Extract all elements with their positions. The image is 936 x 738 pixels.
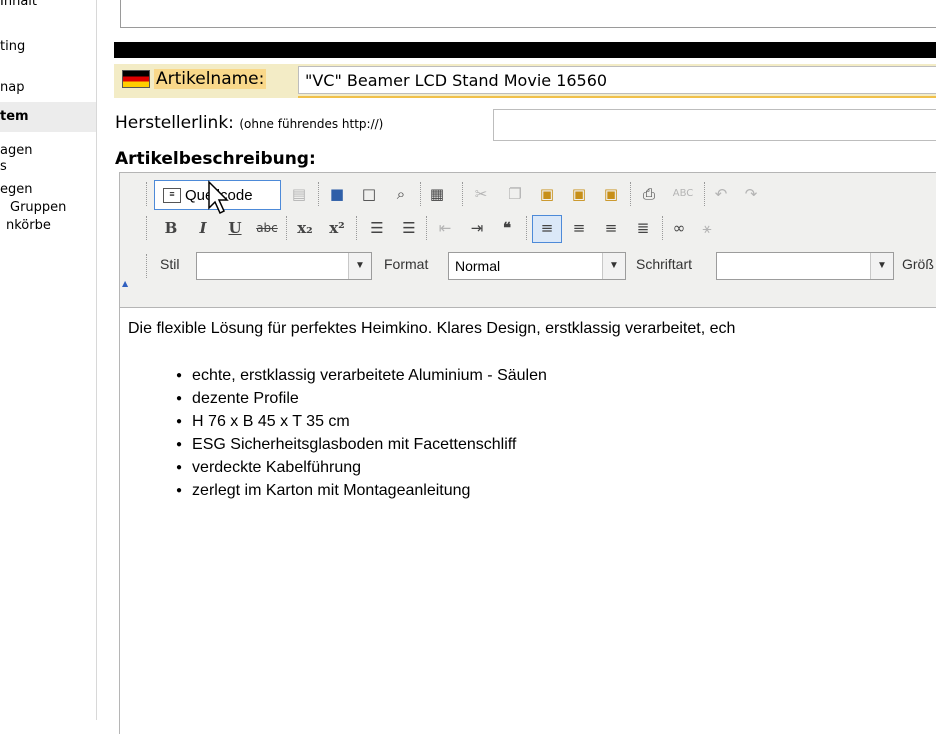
toolbar-separator xyxy=(356,216,360,240)
germany-flag-icon xyxy=(122,70,150,88)
sidebar-item-gruppen[interactable]: Gruppen xyxy=(10,200,66,215)
strikethrough-icon[interactable]: abc xyxy=(256,216,278,240)
sidebar-item-egen[interactable]: egen xyxy=(0,182,33,197)
article-name-row: Artikelname: "VC" Beamer LCD Stand Movie… xyxy=(114,64,936,98)
toolbar-separator xyxy=(526,216,530,240)
style-label: Stil xyxy=(160,256,180,272)
main-panel: Artikelname: "VC" Beamer LCD Stand Movie… xyxy=(103,0,936,738)
italic-icon[interactable]: I xyxy=(192,216,214,240)
cut-icon[interactable]: ✂ xyxy=(470,182,492,206)
unlink-icon[interactable]: ⚹ xyxy=(696,216,718,240)
size-label: Größ xyxy=(902,256,934,272)
toolbar-row-2: B I U abc x₂ x² ☰ ☰ ⇤ ⇥ ❝ ≡ ≡ ≡ ≣ ∞ ⚹ xyxy=(120,211,936,245)
collapse-toolbar-icon[interactable]: ▲ xyxy=(122,279,128,288)
undo-icon[interactable]: ↶ xyxy=(710,182,732,206)
toolbar-separator xyxy=(426,216,430,240)
underline-icon[interactable]: U xyxy=(224,216,246,240)
source-code-icon: ≡ xyxy=(163,188,181,203)
paste-word-icon[interactable]: ▣ xyxy=(600,182,622,206)
manufacturer-link-label: Herstellerlink: (ohne führendes http://) xyxy=(115,113,383,133)
admin-sidebar: Inhalt ting nap tem agen s egen Gruppen … xyxy=(0,0,97,720)
format-label: Format xyxy=(384,256,429,272)
justify-icon[interactable]: ≣ xyxy=(632,216,654,240)
chevron-down-icon[interactable]: ▼ xyxy=(602,253,625,279)
list-item: verdeckte Kabelführung xyxy=(176,456,547,479)
list-item: zerlegt im Karton mit Montageanleitung xyxy=(176,479,547,502)
rich-text-editor: ≡ Quellcode ▤ ■ □ ⌕ ▦ ✂ ❐ ▣ ▣ ▣ ⎙ ABC ↶ … xyxy=(119,172,936,738)
numbered-list-icon[interactable]: ☰ xyxy=(366,216,388,240)
preview-icon[interactable]: ⌕ xyxy=(390,182,412,206)
toolbar-separator xyxy=(704,182,708,206)
print-icon[interactable]: ⎙ xyxy=(638,182,660,206)
format-select[interactable]: Normal ▼ xyxy=(448,252,626,280)
outdent-icon[interactable]: ⇤ xyxy=(434,216,456,240)
toolbar-separator xyxy=(146,254,150,278)
toolbar-separator xyxy=(420,182,424,206)
editor-content-area[interactable]: Die flexible Lösung für perfektes Heimki… xyxy=(120,307,936,738)
toolbar-separator xyxy=(146,216,150,240)
bulleted-list-icon[interactable]: ☰ xyxy=(398,216,420,240)
chevron-down-icon[interactable]: ▼ xyxy=(348,253,371,279)
sidebar-item-nkoerbe[interactable]: nkörbe xyxy=(6,218,51,233)
top-text-input[interactable] xyxy=(120,0,936,28)
templates-icon[interactable]: ▦ xyxy=(426,182,448,206)
font-select[interactable]: ▼ xyxy=(716,252,894,280)
align-right-icon[interactable]: ≡ xyxy=(600,216,622,240)
redo-icon[interactable]: ↷ xyxy=(740,182,762,206)
sidebar-item-nap[interactable]: nap xyxy=(0,80,24,95)
link-icon[interactable]: ∞ xyxy=(668,216,690,240)
format-value: Normal xyxy=(455,258,501,274)
sidebar-item-agen[interactable]: agen xyxy=(0,143,32,158)
sidebar-item-s[interactable]: s xyxy=(0,159,7,174)
copy-icon[interactable]: ❐ xyxy=(504,182,526,206)
header-bar xyxy=(114,42,936,58)
sidebar-item-label: tem xyxy=(0,109,29,124)
sidebar-item-ting[interactable]: ting xyxy=(0,39,25,54)
mouse-cursor-icon xyxy=(208,180,229,215)
feature-list: echte, erstklassig verarbeitete Aluminiu… xyxy=(176,364,547,502)
align-left-icon[interactable]: ≡ xyxy=(536,216,558,240)
style-select[interactable]: ▼ xyxy=(196,252,372,280)
highlight-underline xyxy=(298,96,936,98)
toolbar-row-1: ≡ Quellcode ▤ ■ □ ⌕ ▦ ✂ ❐ ▣ ▣ ▣ ⎙ ABC ↶ … xyxy=(120,177,936,211)
superscript-icon[interactable]: x² xyxy=(326,216,348,240)
description-lead-text: Die flexible Lösung für perfektes Heimki… xyxy=(128,320,736,337)
list-item: dezente Profile xyxy=(176,387,547,410)
save-icon[interactable]: ■ xyxy=(326,182,348,206)
toolbar-separator xyxy=(286,216,290,240)
blockquote-icon[interactable]: ❝ xyxy=(496,216,518,240)
spellcheck-icon[interactable]: ABC xyxy=(672,182,694,206)
toolbar-separator xyxy=(146,182,150,206)
toolbar-separator xyxy=(462,182,466,206)
font-label: Schriftart xyxy=(636,256,693,272)
list-item: ESG Sicherheitsglasboden mit Facettensch… xyxy=(176,433,547,456)
sidebar-item-tem[interactable]: tem xyxy=(0,102,96,132)
indent-icon[interactable]: ⇥ xyxy=(466,216,488,240)
manufacturer-link-input[interactable] xyxy=(493,109,936,141)
article-name-label: Artikelname: xyxy=(154,69,267,89)
bold-icon[interactable]: B xyxy=(160,216,182,240)
list-item: echte, erstklassig verarbeitete Aluminiu… xyxy=(176,364,547,387)
manufacturer-link-note: (ohne führendes http://) xyxy=(239,117,384,131)
toolbar-separator xyxy=(630,182,634,206)
subscript-icon[interactable]: x₂ xyxy=(294,216,316,240)
toolbar-separator xyxy=(318,182,322,206)
toolbar-row-3: Stil ▼ Format Normal ▼ Schriftart ▼ Größ xyxy=(120,249,936,283)
list-item: H 76 x B 45 x T 35 cm xyxy=(176,410,547,433)
description-label: Artikelbeschreibung: xyxy=(115,149,316,169)
article-name-input[interactable]: "VC" Beamer LCD Stand Movie 16560 xyxy=(298,66,936,94)
align-center-icon[interactable]: ≡ xyxy=(568,216,590,240)
new-page-icon[interactable]: □ xyxy=(358,182,380,206)
chevron-down-icon[interactable]: ▼ xyxy=(870,253,893,279)
sidebar-item-inhalt[interactable]: Inhalt xyxy=(0,0,37,9)
template-icon[interactable]: ▤ xyxy=(288,182,310,206)
toolbar-separator xyxy=(662,216,666,240)
paste-icon[interactable]: ▣ xyxy=(536,182,558,206)
paste-text-icon[interactable]: ▣ xyxy=(568,182,590,206)
manufacturer-link-text: Herstellerlink: xyxy=(115,113,234,133)
